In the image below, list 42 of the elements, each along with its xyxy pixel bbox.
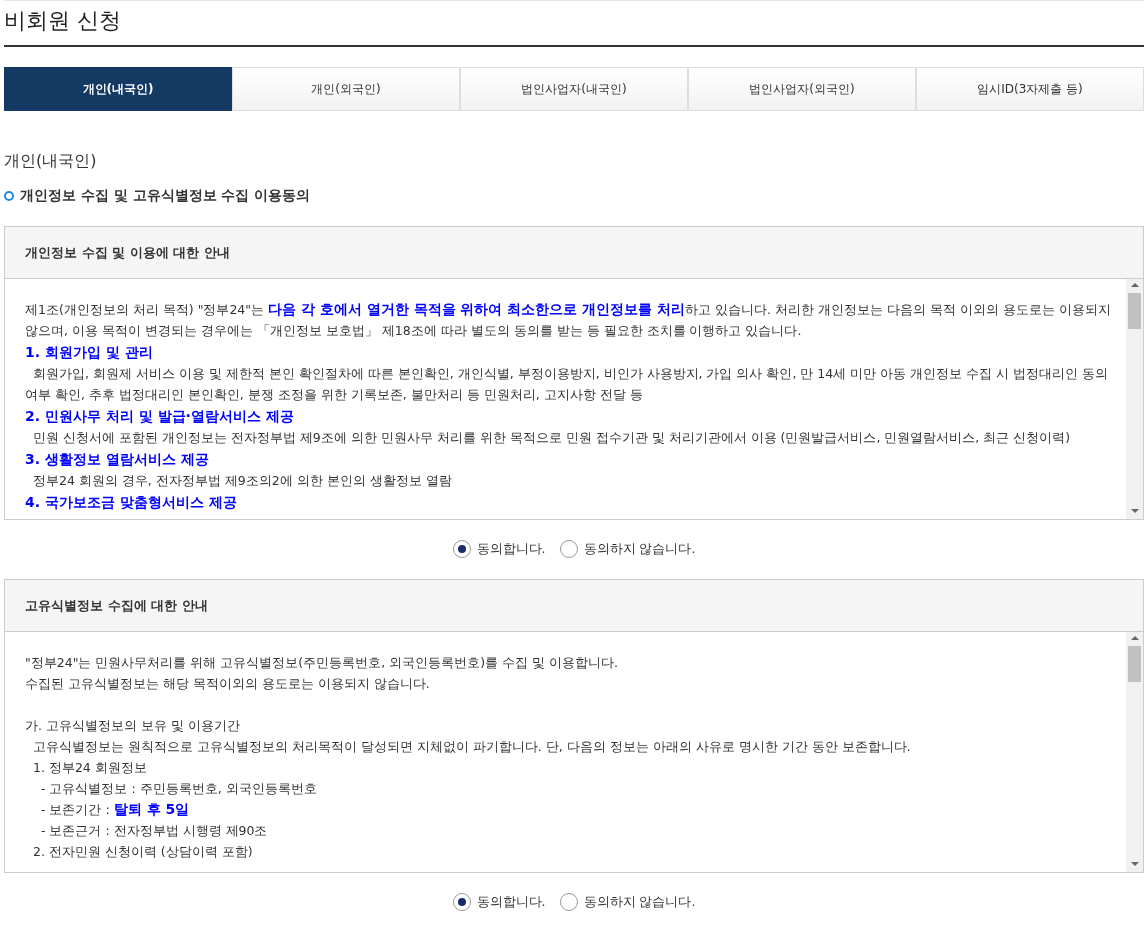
notice-text: 고유식별정보는 원칙적으로 고유식별정보의 처리목적이 달성되면 지체없이 파기합니다. 단, 다음의 정보는 아래의 사유로 명시한 기간 동안 보존합니다. <box>32 737 912 756</box>
scrollbar[interactable] <box>1126 631 1143 872</box>
radio-label: 동의합니다. <box>476 540 546 558</box>
notice-heading: 1. 회원가입 및 관리 <box>25 343 154 362</box>
radio-button[interactable] <box>452 893 471 912</box>
tab[interactable]: 법인사업자(내국인) <box>460 67 688 111</box>
notice-text: 회원가입, 회원제 서비스 이용 및 제한적 본인 확인절차에 따른 본인확인, 개인식별, 부정이용방지, 비인가 사용방지, 가입 의사 확인, 만 14세 미만 아동 개인정보 수집 시 법정대리인 동의여부 확인, 추후 법정대리인 본인확인, 분쟁 조정을 위한 기록보존, 불만처리 등 민원처리, 고지사항 전달 등 <box>25 365 1110 404</box>
notice-text: - 보존근거 : 전자정부법 시행령 제90조 <box>40 821 269 840</box>
notice-heading: 2. 민원사무 처리 및 발급·열람서비스 제공 <box>25 407 295 426</box>
bullet-icon <box>4 190 14 201</box>
tab[interactable]: 개인(외국인) <box>232 67 460 111</box>
notice-title: 고유식별정보 수집에 대한 안내 <box>5 579 1143 632</box>
notice-text: "정부24"는 민원사무처리를 위해 고유식별정보(주민등록번호, 외국인등록번호)를 수집 및 이용합니다. <box>25 653 619 672</box>
notice-text: 1. 정부24 회원정보 <box>32 758 148 777</box>
tab[interactable]: 개인(내국인) <box>4 67 232 111</box>
subsection-title: 개인정보 수집 및 고유식별정보 수집 이용동의 <box>20 186 311 205</box>
scrollbar[interactable] <box>1126 279 1143 519</box>
tab[interactable]: 임시ID(3자제출 등) <box>916 67 1144 111</box>
tab[interactable]: 법인사업자(외국인) <box>688 67 916 111</box>
notice-text: - 보존기간 : 탈퇴 후 5일 <box>40 799 191 819</box>
notice-heading: 3. 생활정보 열람서비스 제공 <box>25 450 210 469</box>
notice-text: 민원 신청서에 포함된 개인정보는 전자정부법 제9조에 의한 민원사무 처리를 위한 목적으로 민원 접수기관 및 처리기관에서 이용 (민원발급서비스, 민원열람서비스, 최근 신청이력) <box>32 429 1072 447</box>
radio-label: 동의하지 않습니다. <box>583 892 696 911</box>
radio-label: 동의하지 않습니다. <box>583 540 696 558</box>
notice-title: 개인정보 수집 및 이용에 대한 안내 <box>5 227 1143 279</box>
radio-label: 동의합니다. <box>476 892 546 911</box>
radio-button[interactable] <box>559 540 578 559</box>
notice-text: 정부24 회원의 경우, 전자정부법 제9조의2에 의한 본인의 생활정보 열람 <box>32 472 453 490</box>
radio-option[interactable]: 동의하지 않습니다. <box>559 540 696 559</box>
notice-text: 수집된 고유식별정보는 해당 목적이외의 용도로는 이용되지 않습니다. <box>25 674 431 693</box>
notice-text: 가. 고유식별정보의 보유 및 이용기간 <box>25 716 241 735</box>
page-title: 비회원 신청 <box>4 7 122 35</box>
radio-option[interactable]: 동의합니다. <box>452 540 546 559</box>
radio-button[interactable] <box>452 540 471 559</box>
notice-text: 2. 전자민원 신청이력 (상담이력 포함) <box>32 842 254 861</box>
notice-text: - 고유식별정보 : 주민등록번호, 외국인등록번호 <box>40 779 318 798</box>
radio-option[interactable]: 동의하지 않습니다. <box>559 892 696 912</box>
radio-button[interactable] <box>559 893 578 912</box>
radio-option[interactable]: 동의합니다. <box>452 892 546 912</box>
notice-text: 제1조(개인정보의 처리 목적) "정부24"는 다음 각 호에서 열거한 목적을 위하여 최소한으로 개인정보를 처리하고 있습니다. 처리한 개인정보는 다음의 목적 이외의 용도로는 이용되지 않으며, 이용 목적이 변경되는 경우에는 「개인정보 보호법」 제18조에 따라 별도의 동의를 받는 등 필요한 조치를 이행하고 있습니다. <box>25 300 1112 340</box>
section-title: 개인(내국인) <box>4 150 98 172</box>
notice-heading: 4. 국가보조금 맞춤형서비스 제공 <box>25 493 238 512</box>
